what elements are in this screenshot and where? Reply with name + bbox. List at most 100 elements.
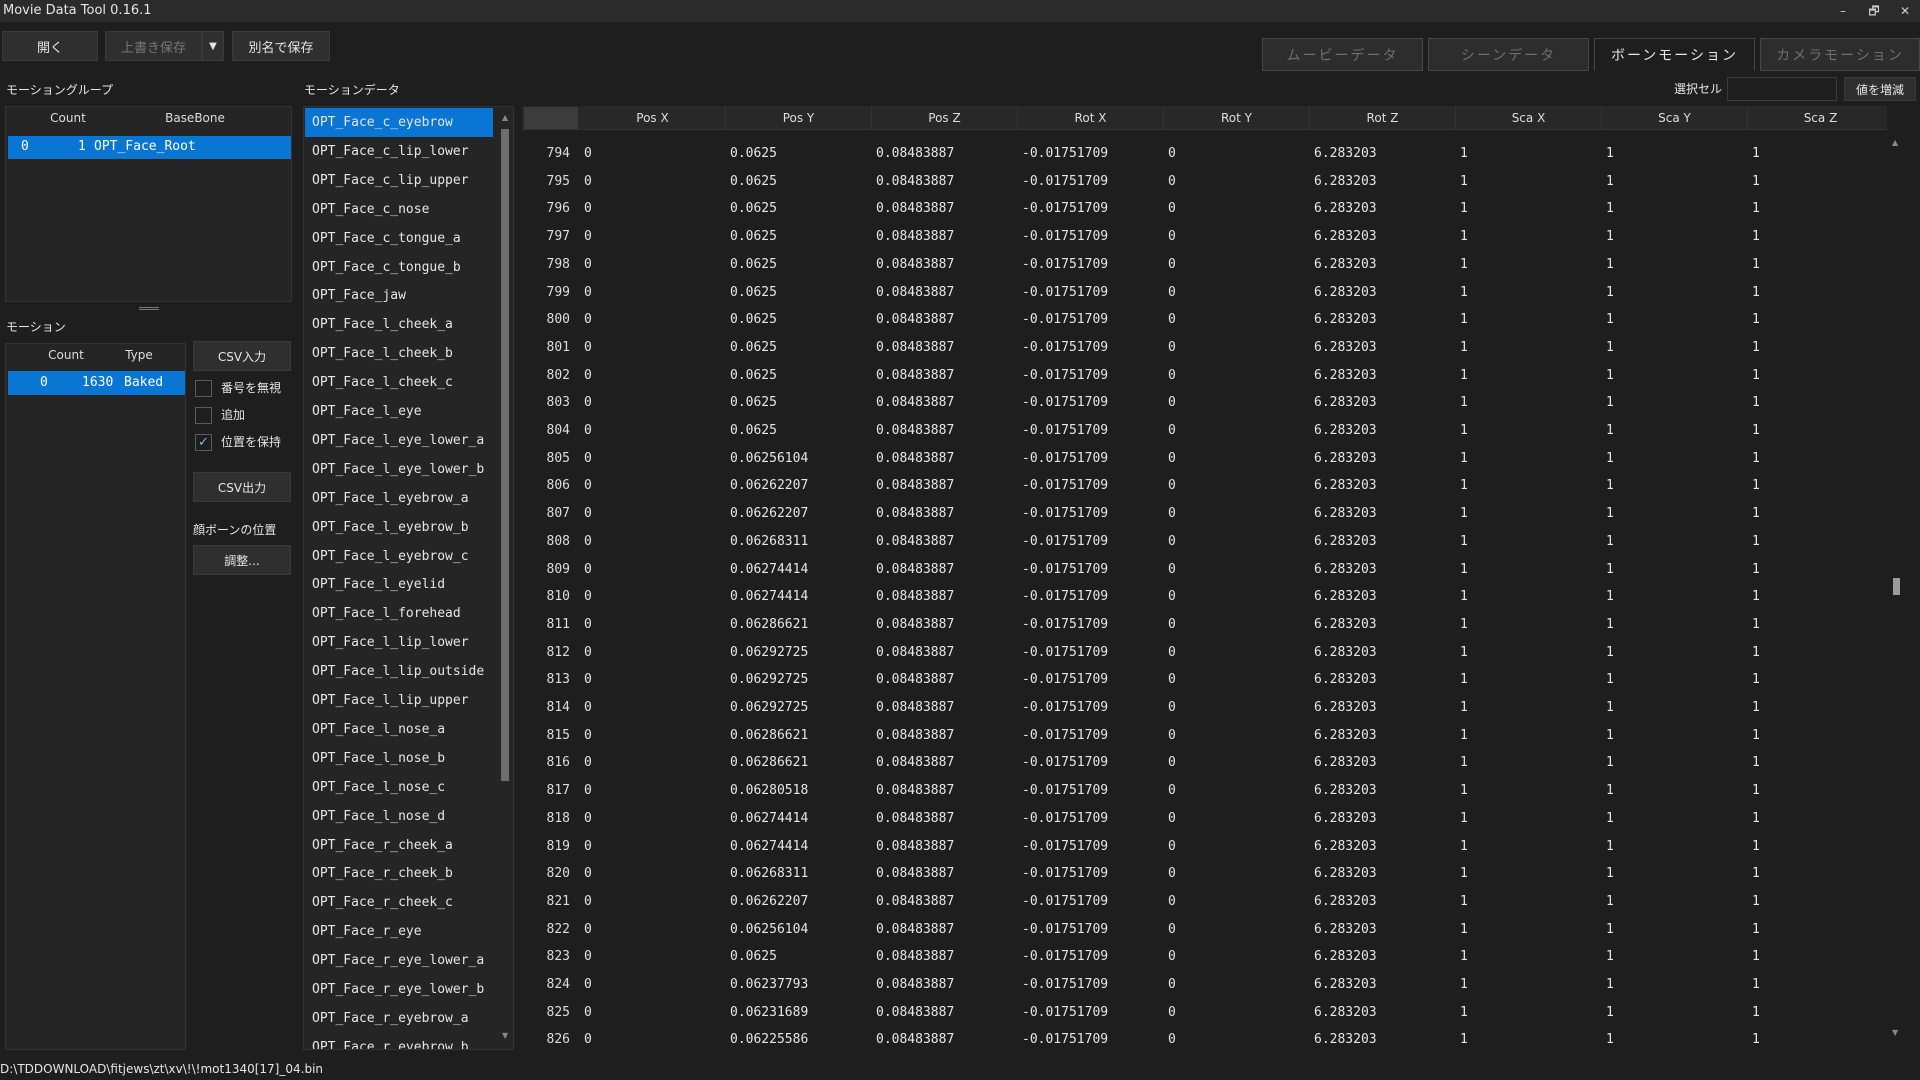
grid-cell[interactable]: 0.08483887 [876, 728, 954, 743]
grid-cell[interactable]: 1 [1460, 672, 1468, 687]
grid-cell[interactable]: 0.0625 [730, 312, 777, 327]
bone-list-item[interactable]: OPT_Face_l_eyebrow_a [305, 484, 493, 513]
grid-cell[interactable]: 1 [1606, 866, 1614, 881]
grid-cell[interactable]: 0 [1168, 645, 1176, 660]
grid-cell[interactable]: 1 [1752, 645, 1760, 660]
bone-list-item[interactable]: OPT_Face_r_eyebrow_a [305, 1004, 493, 1033]
grid-cell[interactable]: 1 [1606, 783, 1614, 798]
grid-cell[interactable]: 1 [1606, 368, 1614, 383]
grid-cell[interactable]: 0.06262207 [730, 506, 808, 521]
grid-cell[interactable]: 0.06274414 [730, 589, 808, 604]
grid-cell[interactable]: 0 [584, 451, 592, 466]
grid-cell[interactable]: 1 [1606, 562, 1614, 577]
grid-cell[interactable]: 0.08483887 [876, 617, 954, 632]
grid-scroll-up-icon[interactable]: ▲ [1892, 138, 1898, 147]
grid-cell[interactable]: 6.283203 [1314, 645, 1377, 660]
grid-cell[interactable]: -0.01751709 [1022, 201, 1108, 216]
grid-cell[interactable]: 0 [584, 229, 592, 244]
grid-cell[interactable]: 1 [1752, 478, 1760, 493]
grid-row[interactable]: 807 0 0.06262207 0.08483887 -0.01751709 0 6.28… [522, 501, 1887, 529]
minimize-button[interactable]: – [1831, 2, 1855, 20]
grid-cell[interactable]: 0 [1168, 201, 1176, 216]
grid-cell[interactable]: 1 [1752, 312, 1760, 327]
grid-cell[interactable]: -0.01751709 [1022, 534, 1108, 549]
grid-row[interactable]: 816 0 0.06286621 0.08483887 -0.01751709 0 6.28… [522, 750, 1887, 778]
grid-cell[interactable]: 1 [1752, 534, 1760, 549]
grid-row[interactable]: 800 0 0.0625 0.08483887 -0.01751709 0 6.283203… [522, 307, 1887, 335]
grid-cell[interactable]: 0.06268311 [730, 866, 808, 881]
grid-cell[interactable]: 1 [1460, 866, 1468, 881]
grid-cell[interactable]: 6.283203 [1314, 755, 1377, 770]
grid-cell[interactable]: 0 [1168, 922, 1176, 937]
grid-cell[interactable]: 0 [1168, 728, 1176, 743]
grid-cell[interactable]: 0.08483887 [876, 229, 954, 244]
grid-cell[interactable]: 0 [584, 811, 592, 826]
csv-export-button[interactable]: CSV出力 [193, 472, 291, 502]
grid-row[interactable]: 810 0 0.06274414 0.08483887 -0.01751709 0 6.28… [522, 584, 1887, 612]
grid-cell[interactable]: 1 [1460, 506, 1468, 521]
grid-cell[interactable]: 0.08483887 [876, 534, 954, 549]
grid-cell[interactable]: 1 [1606, 645, 1614, 660]
grid-row[interactable]: 804 0 0.0625 0.08483887 -0.01751709 0 6.283203… [522, 418, 1887, 446]
grid-cell[interactable]: 0.08483887 [876, 589, 954, 604]
grid-cell[interactable]: 1 [1606, 423, 1614, 438]
grid-cell[interactable]: 0.0625 [730, 174, 777, 189]
tab-camera-motion[interactable]: カメラモーション [1760, 38, 1920, 71]
grid-cell[interactable]: 1 [1606, 201, 1614, 216]
bone-list-item[interactable]: OPT_Face_l_eye [305, 397, 493, 426]
scroll-up-icon[interactable]: ▲ [502, 113, 508, 122]
grid-cell[interactable]: 0 [1168, 589, 1176, 604]
grid-cell[interactable]: 1 [1606, 534, 1614, 549]
grid-cell[interactable]: 0 [1168, 423, 1176, 438]
grid-cell[interactable]: 0 [584, 645, 592, 660]
grid-cell[interactable]: -0.01751709 [1022, 423, 1108, 438]
table-row[interactable]: 0 1 OPT_Face_Root [8, 136, 291, 159]
grid-cell[interactable]: 0 [584, 783, 592, 798]
grid-cell[interactable]: 0.0625 [730, 395, 777, 410]
grid-cell[interactable]: 1 [1460, 949, 1468, 964]
grid-cell[interactable]: -0.01751709 [1022, 174, 1108, 189]
grid-cell[interactable]: 0 [1168, 312, 1176, 327]
column-header-basebone[interactable]: BaseBone [100, 107, 290, 129]
column-header-pos-y[interactable]: Pos Y [726, 106, 872, 130]
grid-cell[interactable]: 1 [1606, 340, 1614, 355]
grid-cell[interactable]: 0 [584, 506, 592, 521]
grid-cell[interactable]: 0.08483887 [876, 478, 954, 493]
grid-cell[interactable]: 1 [1606, 1032, 1614, 1047]
grid-cell[interactable]: 6.283203 [1314, 1032, 1377, 1047]
grid-cell[interactable]: 0.0625 [730, 257, 777, 272]
save-as-button[interactable]: 別名で保存 [232, 31, 330, 61]
grid-row[interactable]: 819 0 0.06274414 0.08483887 -0.01751709 0 6.28… [522, 834, 1887, 862]
grid-cell[interactable]: -0.01751709 [1022, 451, 1108, 466]
grid-cell[interactable]: 6.283203 [1314, 894, 1377, 909]
grid-cell[interactable]: 1 [1752, 755, 1760, 770]
grid-row[interactable]: 821 0 0.06262207 0.08483887 -0.01751709 0 6.28… [522, 889, 1887, 917]
grid-cell[interactable]: 1 [1752, 1032, 1760, 1047]
grid-cell[interactable]: 1 [1460, 589, 1468, 604]
grid-cell[interactable]: 0.06237793 [730, 977, 808, 992]
grid-cell[interactable]: 1 [1752, 562, 1760, 577]
grid-cell[interactable]: 0.08483887 [876, 340, 954, 355]
grid-cell[interactable]: -0.01751709 [1022, 478, 1108, 493]
ignore-number-checkbox[interactable] [195, 380, 212, 397]
grid-cell[interactable]: 0 [584, 146, 592, 161]
grid-cell[interactable]: 0.0625 [730, 368, 777, 383]
grid-cell[interactable]: 6.283203 [1314, 451, 1377, 466]
grid-cell[interactable]: 0.08483887 [876, 755, 954, 770]
grid-cell[interactable]: 1 [1752, 811, 1760, 826]
grid-cell[interactable]: 6.283203 [1314, 617, 1377, 632]
grid-cell[interactable]: 1 [1752, 949, 1760, 964]
grid-cell[interactable]: 0.08483887 [876, 839, 954, 854]
grid-cell[interactable]: 0 [584, 562, 592, 577]
grid-cell[interactable]: 0 [1168, 340, 1176, 355]
grid-cell[interactable]: 0.08483887 [876, 562, 954, 577]
grid-cell[interactable]: 0 [584, 589, 592, 604]
grid-cell[interactable]: 0.08483887 [876, 451, 954, 466]
grid-cell[interactable]: 0.08483887 [876, 506, 954, 521]
scroll-down-icon[interactable]: ▼ [502, 1031, 508, 1040]
grid-cell[interactable]: 0 [584, 478, 592, 493]
grid-cell[interactable]: -0.01751709 [1022, 894, 1108, 909]
grid-cell[interactable]: 1 [1460, 894, 1468, 909]
grid-cell[interactable]: 0 [584, 174, 592, 189]
keep-position-checkbox[interactable]: ✓ [195, 434, 212, 451]
